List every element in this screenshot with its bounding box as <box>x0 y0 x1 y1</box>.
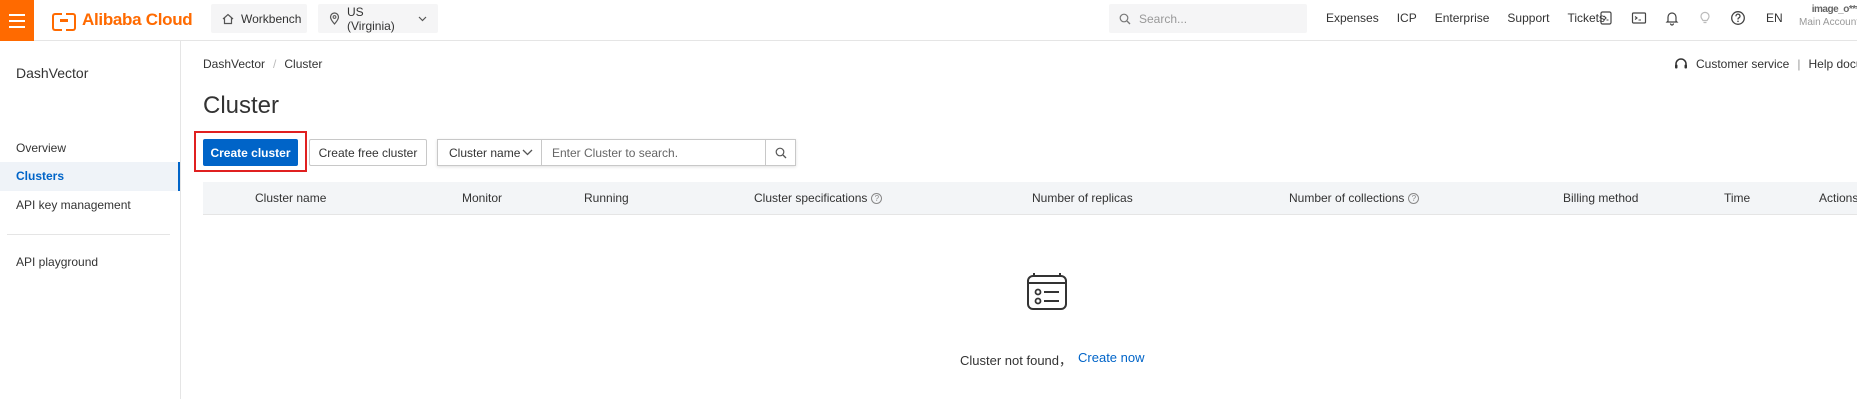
menu-icon[interactable] <box>0 0 34 41</box>
link-separator: | <box>1797 57 1801 71</box>
breadcrumb: DashVector / Cluster <box>203 57 322 71</box>
language-selector[interactable]: EN <box>1766 11 1783 25</box>
column-label: Actions <box>1819 191 1857 205</box>
icp-link[interactable]: ICP <box>1397 11 1417 25</box>
help-circle-icon[interactable] <box>1729 9 1747 27</box>
cloud-shell-icon[interactable] <box>1597 9 1615 27</box>
global-search-placeholder: Search... <box>1139 11 1188 26</box>
help-docs-link[interactable]: Help docume <box>1808 57 1857 71</box>
sidebar-item-overview[interactable]: Overview <box>0 134 180 163</box>
search-icon <box>1119 13 1131 25</box>
column-billing-method: Billing method <box>1563 182 1638 215</box>
sidebar-item-clusters[interactable]: Clusters <box>0 162 180 191</box>
expenses-link[interactable]: Expenses <box>1326 11 1379 25</box>
region-selector[interactable]: US (Virginia) <box>318 4 438 33</box>
breadcrumb-cluster: Cluster <box>284 57 323 71</box>
lightbulb-icon[interactable] <box>1696 9 1714 27</box>
top-links: Expenses ICP Enterprise Support Tickets <box>1326 11 1605 25</box>
top-navigation-bar: Alibaba Cloud Workbench US (Virginia) Se… <box>0 0 1857 41</box>
search-button[interactable] <box>766 140 795 165</box>
support-link[interactable]: Support <box>1507 11 1549 25</box>
sidebar-item-api-key-management[interactable]: API key management <box>0 191 180 220</box>
column-number-of-collections: Number of collections? <box>1289 182 1420 215</box>
account-name: image_o*** <box>1811 4 1857 15</box>
cluster-search-group: Cluster name <box>437 139 796 166</box>
column-label: Number of collections <box>1289 191 1405 205</box>
empty-list-icon <box>1025 272 1069 312</box>
column-label: Number of replicas <box>1032 191 1133 205</box>
sidebar-title: DashVector <box>16 65 89 81</box>
search-field-label: Cluster name <box>449 145 521 160</box>
chevron-down-icon <box>418 16 427 22</box>
global-search-input[interactable]: Search... <box>1109 4 1307 33</box>
home-icon <box>222 13 234 25</box>
breadcrumb-dashvector[interactable]: DashVector <box>203 57 265 71</box>
help-icon[interactable]: ? <box>1408 193 1420 204</box>
search-icon <box>775 147 787 159</box>
account-type: Main Account <box>1799 17 1857 28</box>
column-actions: Actions <box>1819 182 1857 215</box>
help-icon[interactable]: ? <box>871 193 883 204</box>
create-cluster-button[interactable]: Create cluster <box>203 139 298 166</box>
region-label: US (Virginia) <box>347 4 395 33</box>
column-label: Cluster specifications <box>754 191 868 205</box>
alibaba-cloud-logo[interactable]: Alibaba Cloud <box>52 10 193 31</box>
search-field-select[interactable]: Cluster name <box>438 140 542 165</box>
column-number-of-replicas: Number of replicas <box>1032 182 1133 215</box>
cluster-search-input[interactable] <box>542 140 766 165</box>
logo-mark-icon <box>52 11 76 31</box>
column-time: Time <box>1724 182 1750 215</box>
chevron-down-icon <box>522 149 533 156</box>
column-cluster-specifications: Cluster specifications? <box>754 182 883 215</box>
top-icon-group <box>1597 9 1747 27</box>
terminal-icon[interactable] <box>1630 9 1648 27</box>
brand-name: Alibaba Cloud <box>82 10 193 29</box>
enterprise-link[interactable]: Enterprise <box>1435 11 1490 25</box>
column-label: Running <box>584 191 629 205</box>
workbench-button[interactable]: Workbench <box>211 4 307 33</box>
header-right-links: Customer service | Help docume <box>1674 57 1857 71</box>
location-pin-icon <box>329 12 340 25</box>
column-cluster-name: Cluster name <box>255 182 326 215</box>
column-label: Billing method <box>1563 191 1639 205</box>
notification-bell-icon[interactable] <box>1663 9 1681 27</box>
sidebar: DashVector Overview Clusters API key man… <box>0 41 181 399</box>
empty-message-text: Cluster not found， <box>960 353 1073 368</box>
breadcrumb-separator: / <box>273 57 277 71</box>
sidebar-item-api-playground[interactable]: API playground <box>0 248 180 277</box>
column-monitor: Monitor <box>462 182 502 215</box>
column-label: Monitor <box>462 191 503 205</box>
empty-state-message: Cluster not found， Create now <box>960 350 1145 369</box>
column-label: Cluster name <box>255 191 327 205</box>
customer-service-icon <box>1674 58 1688 70</box>
column-label: Time <box>1724 191 1751 205</box>
workbench-label: Workbench <box>241 11 302 26</box>
column-running: Running <box>584 182 629 215</box>
account-menu[interactable]: image_o*** Main Account <box>1799 3 1857 29</box>
page-title: Cluster <box>203 92 280 119</box>
sidebar-divider <box>7 234 170 235</box>
create-free-cluster-button[interactable]: Create free cluster <box>309 139 427 166</box>
cluster-table-header: Cluster name Monitor Running Cluster spe… <box>203 182 1857 215</box>
customer-service-link[interactable]: Customer service <box>1696 57 1789 71</box>
create-now-link[interactable]: Create now <box>1078 350 1144 369</box>
